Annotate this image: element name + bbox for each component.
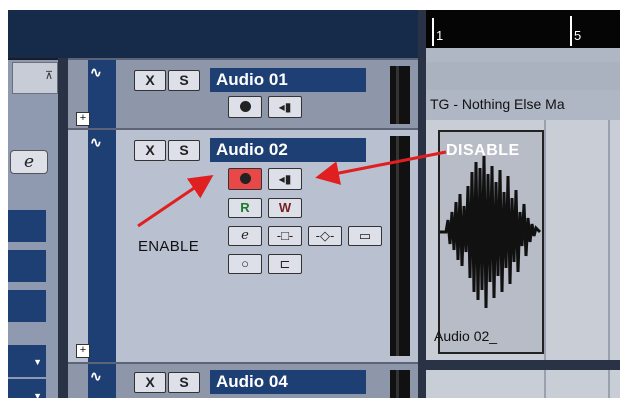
enable-arrow xyxy=(137,174,214,228)
annotation-arrows xyxy=(137,150,447,228)
disable-arrow xyxy=(315,150,447,185)
